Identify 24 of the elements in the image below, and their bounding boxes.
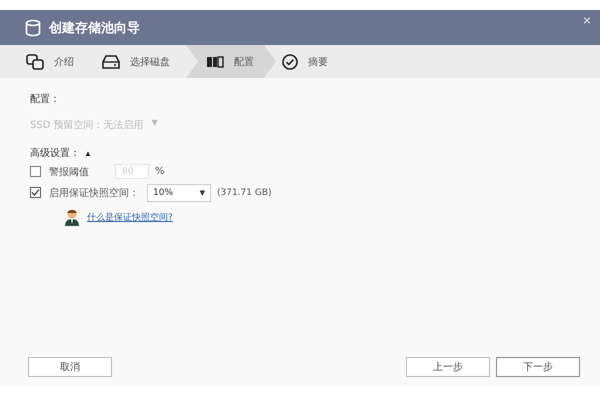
wizard-step[interactable]: 配置 <box>186 45 276 78</box>
wizard-step[interactable]: 介绍 <box>20 45 96 78</box>
size-label: (371.71 GB) <box>217 188 272 198</box>
help-link[interactable]: 什么是保证快照空间? <box>87 210 173 224</box>
window-title: 创建存储池向导 <box>49 20 140 36</box>
next-button[interactable]: 下一步 <box>496 357 580 377</box>
drive-icon <box>102 54 120 68</box>
stacked-squares-icon <box>26 54 44 70</box>
check-circle-icon <box>282 54 298 70</box>
wizard-step[interactable]: 选择磁盘 <box>96 45 186 78</box>
database-icon <box>25 18 41 36</box>
helper-figure-icon <box>63 208 81 226</box>
back-button[interactable]: 上一步 <box>406 357 490 377</box>
option-label: 警报阈值 <box>49 166 89 178</box>
collapse-toggle[interactable]: ▲ <box>84 148 92 158</box>
unit-label: % <box>155 166 165 177</box>
section-label: 高级设置： <box>30 146 80 160</box>
cancel-button[interactable]: 取消 <box>28 357 112 377</box>
option-label: 启用保证快照空间： <box>49 186 139 200</box>
checkbox[interactable] <box>30 187 41 198</box>
section-label: 配置： <box>30 92 61 106</box>
close-button[interactable]: × <box>580 12 594 28</box>
columns-icon <box>206 56 224 68</box>
wizard-step[interactable]: 摘要 <box>276 45 350 78</box>
